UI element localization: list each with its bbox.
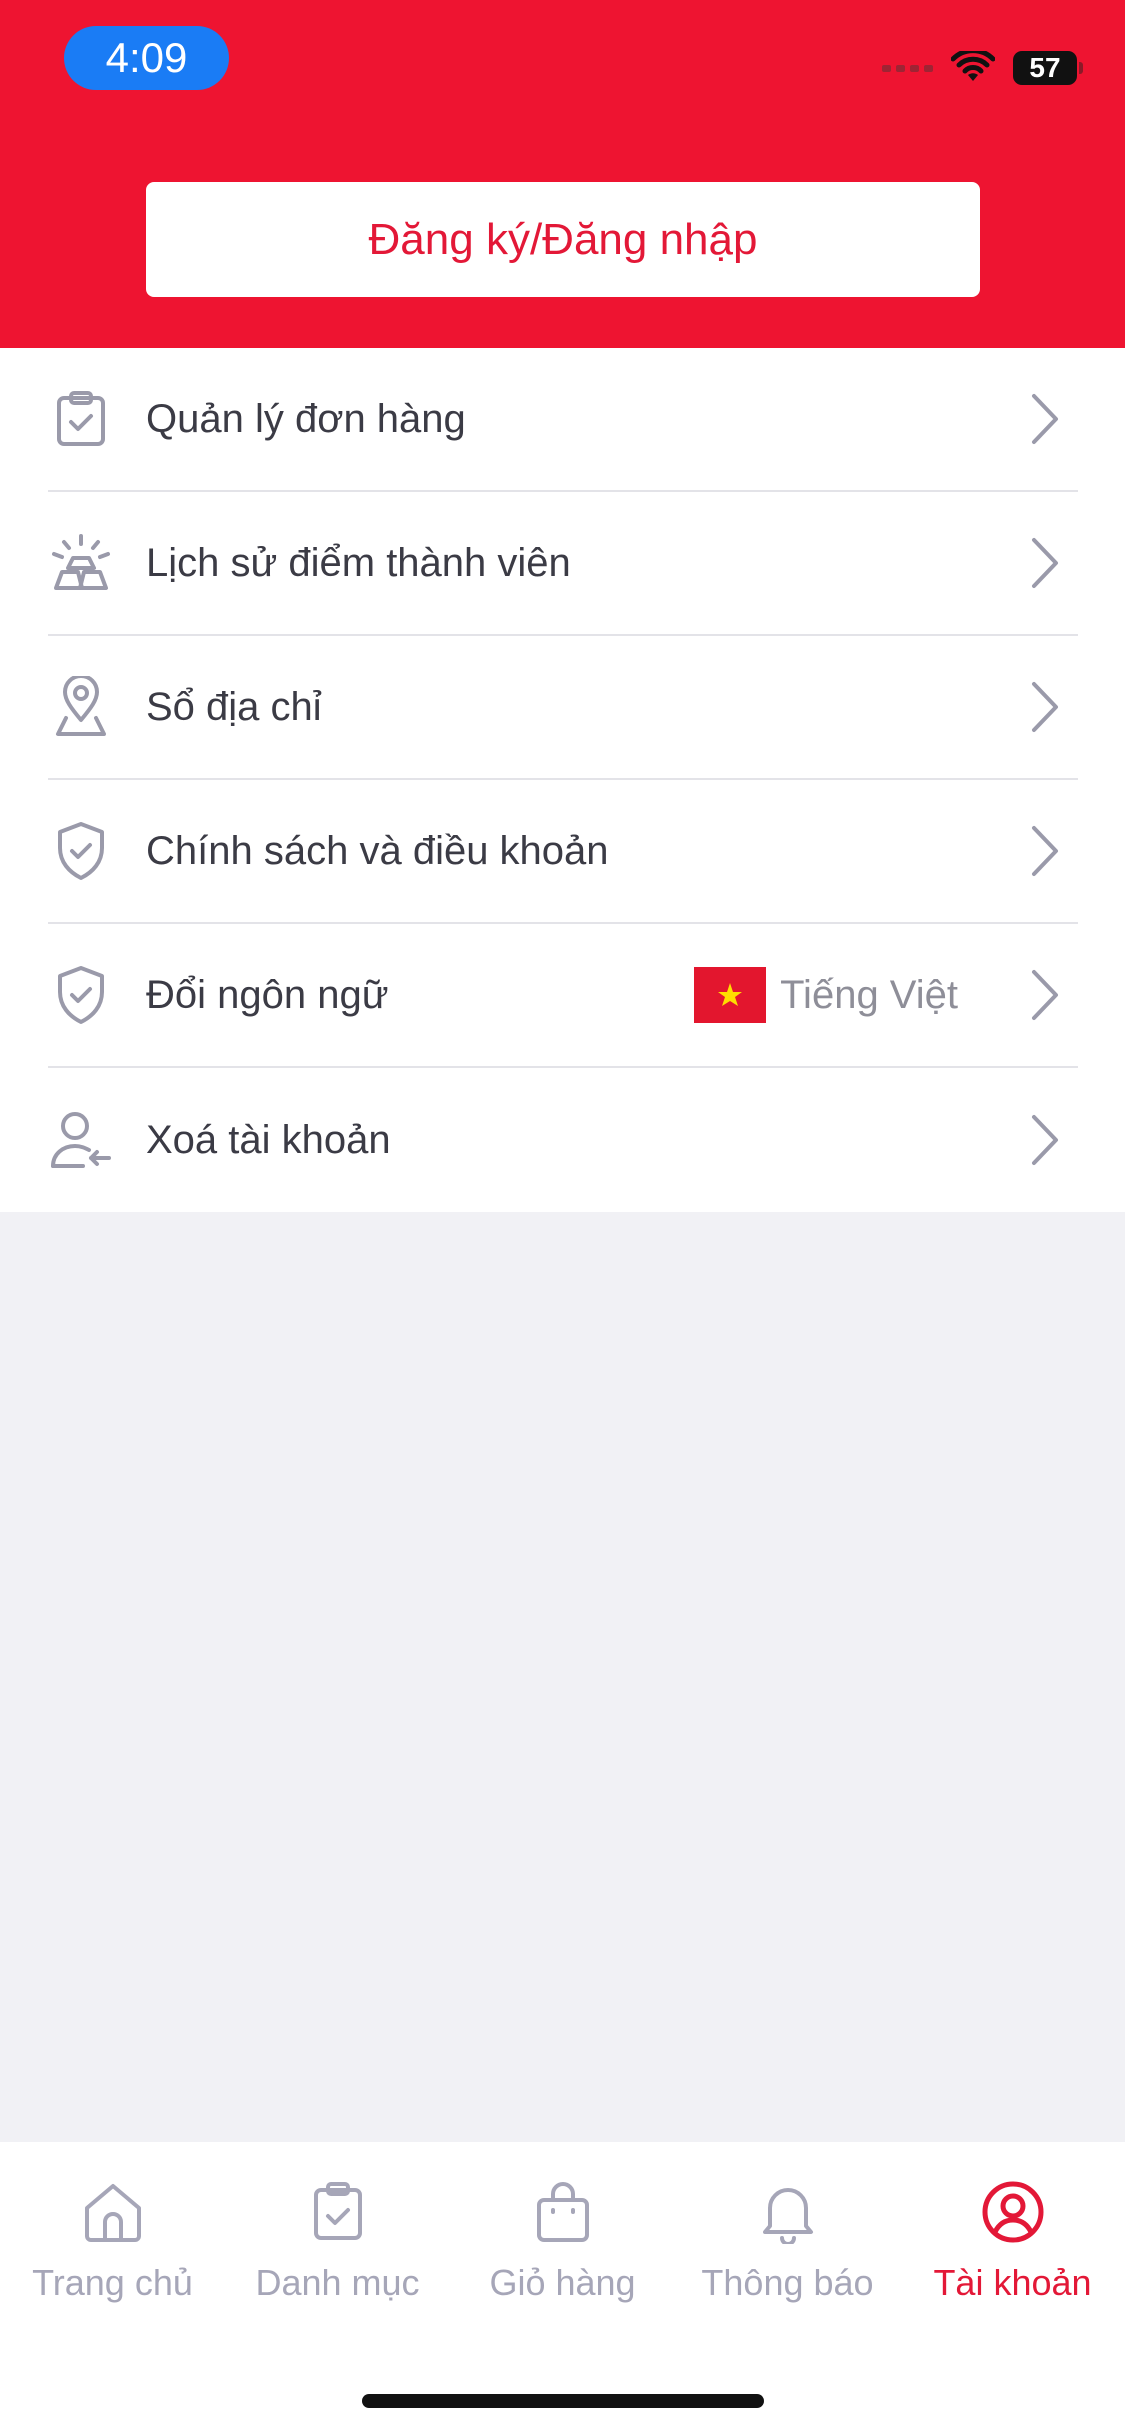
menu-item-label: Sổ địa chỉ	[146, 684, 322, 729]
current-language: Tiếng Việt	[694, 967, 958, 1023]
menu-item-orders[interactable]: Quản lý đơn hàng	[48, 348, 1078, 492]
tab-notifications[interactable]: Thông báo	[675, 2180, 900, 2320]
shopping-bag-icon	[536, 2182, 589, 2242]
status-time: 4:09	[64, 26, 229, 90]
tab-label: Giỏ hàng	[489, 2262, 636, 2303]
shield-check-icon	[48, 962, 114, 1028]
login-register-button[interactable]: Đăng ký/Đăng nhập	[146, 182, 980, 297]
language-value: Tiếng Việt	[780, 972, 958, 1017]
user-remove-icon	[48, 1107, 114, 1173]
tab-account[interactable]: Tài khoản	[900, 2180, 1125, 2320]
menu-item-address-book[interactable]: Sổ địa chỉ	[48, 636, 1078, 780]
location-pin-icon	[48, 674, 114, 740]
user-circle-icon	[982, 2181, 1043, 2243]
gold-bar-icon	[48, 530, 114, 596]
menu-item-label: Quản lý đơn hàng	[146, 396, 466, 441]
chevron-right-icon	[1032, 970, 1058, 1020]
tab-label: Trang chủ	[32, 2262, 193, 2303]
clipboard-check-icon	[48, 386, 114, 452]
menu-item-label: Lịch sử điểm thành viên	[146, 540, 571, 585]
tab-label: Danh mục	[255, 2262, 420, 2303]
wifi-icon	[951, 51, 995, 81]
tab-label: Tài khoản	[933, 2262, 1092, 2303]
menu-item-change-language[interactable]: Đổi ngôn ngữ Tiếng Việt	[48, 924, 1078, 1068]
menu-item-label: Xoá tài khoản	[146, 1117, 391, 1162]
menu-item-delete-account[interactable]: Xoá tài khoản	[48, 1068, 1078, 1212]
clipboard-check-icon	[313, 2182, 362, 2240]
tab-home[interactable]: Trang chủ	[0, 2180, 225, 2320]
home-icon	[84, 2184, 141, 2242]
tab-cart[interactable]: Giỏ hàng	[450, 2180, 675, 2320]
menu-item-label: Chính sách và điều khoản	[146, 828, 609, 873]
vietnam-flag-icon	[694, 967, 767, 1023]
chevron-right-icon	[1032, 826, 1058, 876]
header: 4:09 57 Đăng ký/Đăng nhập	[0, 0, 1125, 348]
shield-check-icon	[48, 818, 114, 884]
bottom-tab-bar: Trang chủ Danh mục Giỏ hàng Thông báo Tà…	[0, 2142, 1125, 2436]
home-indicator	[362, 2394, 764, 2408]
status-indicators: 57	[882, 48, 1083, 88]
menu-item-policy-terms[interactable]: Chính sách và điều khoản	[48, 780, 1078, 924]
tab-categories[interactable]: Danh mục	[225, 2180, 450, 2320]
cellular-signal-icon	[882, 64, 933, 72]
chevron-right-icon	[1032, 538, 1058, 588]
chevron-right-icon	[1032, 682, 1058, 732]
chevron-right-icon	[1032, 1115, 1058, 1165]
menu-item-points-history[interactable]: Lịch sử điểm thành viên	[48, 492, 1078, 636]
chevron-right-icon	[1032, 394, 1058, 444]
battery-icon: 57	[1013, 51, 1083, 85]
tab-label: Thông báo	[701, 2262, 874, 2303]
account-menu: Quản lý đơn hàng Lịch sử điểm thành viên…	[0, 348, 1125, 1212]
bell-icon	[762, 2188, 813, 2244]
